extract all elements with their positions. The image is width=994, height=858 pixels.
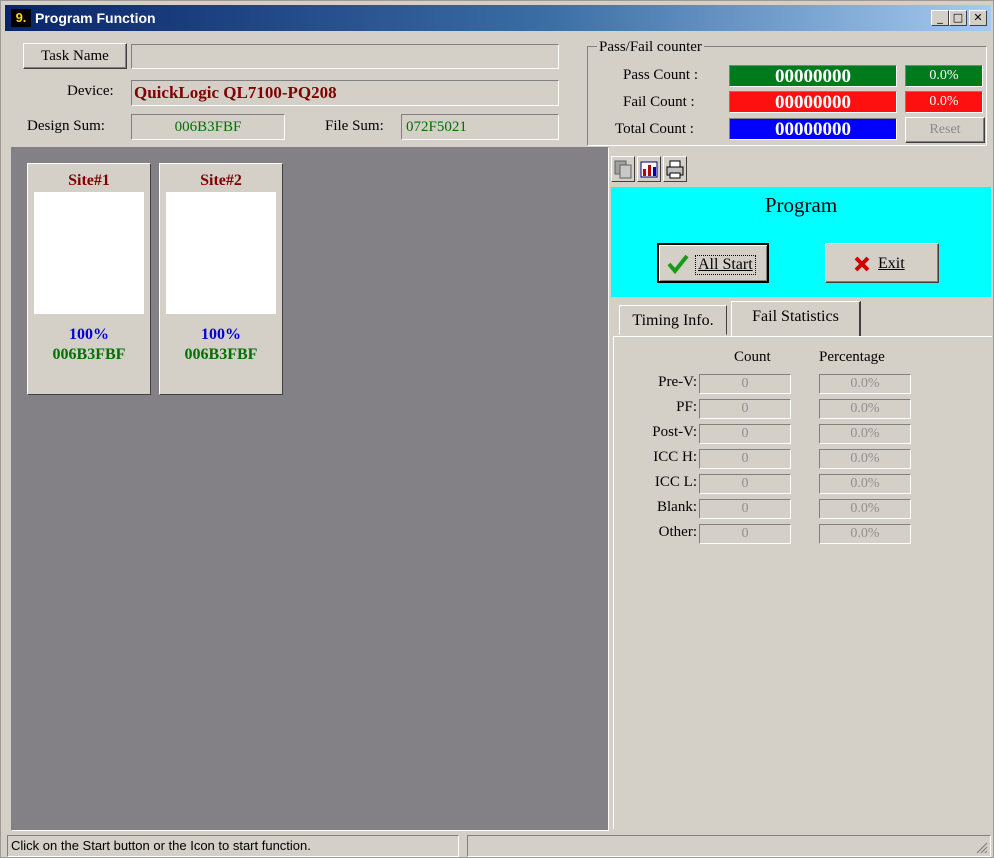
stat-percentage-field: 0.0% <box>819 374 911 394</box>
stat-percentage-field: 0.0% <box>819 449 911 469</box>
site-status-display <box>34 192 144 314</box>
stat-count-field: 0 <box>699 499 791 519</box>
printer-icon[interactable] <box>663 156 687 182</box>
stat-count-field: 0 <box>699 399 791 419</box>
fail-count-value: 00000000 <box>729 91 897 113</box>
site-title: Site#1 <box>68 172 110 189</box>
minimize-button[interactable]: _ <box>931 10 949 26</box>
stat-percentage-field: 0.0% <box>819 524 911 544</box>
stat-row-label: ICC L: <box>654 474 697 490</box>
device-label: Device: <box>67 83 114 99</box>
fail-percentage: 0.0% <box>905 91 983 113</box>
exit-button[interactable]: Exit <box>825 243 939 283</box>
count-header: Count <box>734 349 771 365</box>
task-name-button[interactable]: Task Name <box>23 43 127 69</box>
program-function-window: 9. Program Function _ □ ✕ Task Name Devi… <box>0 0 994 858</box>
maximize-button[interactable]: □ <box>949 10 967 26</box>
stat-count-field: 0 <box>699 474 791 494</box>
all-start-label: All Start <box>695 255 756 275</box>
pass-percentage: 0.0% <box>905 65 983 87</box>
stat-count-field: 0 <box>699 524 791 544</box>
task-name-field[interactable] <box>131 44 559 69</box>
tab-fail-statistics[interactable]: Fail Statistics <box>731 301 861 337</box>
stat-row-label: Other: <box>658 524 697 540</box>
reset-button[interactable]: Reset <box>905 117 985 143</box>
close-x-icon <box>854 256 870 272</box>
stat-count-field: 0 <box>699 374 791 394</box>
design-sum-label: Design Sum: <box>27 118 105 134</box>
percentage-header: Percentage <box>819 349 885 365</box>
stat-percentage-field: 0.0% <box>819 424 911 444</box>
site-checksum: 006B3FBF <box>184 346 258 363</box>
site-checksum: 006B3FBF <box>52 346 126 363</box>
stat-row-label: ICC H: <box>653 449 697 465</box>
pass-fail-group-label: Pass/Fail counter <box>597 39 704 56</box>
site-status-display <box>166 192 276 314</box>
close-button[interactable]: ✕ <box>969 10 987 26</box>
stat-row-label: Blank: <box>657 499 697 515</box>
site-title: Site#2 <box>200 172 242 189</box>
stat-percentage-field: 0.0% <box>819 499 911 519</box>
stat-percentage-field: 0.0% <box>819 399 911 419</box>
resize-grip-icon[interactable] <box>974 840 988 854</box>
status-bar-panel <box>467 835 991 857</box>
copy-icon[interactable] <box>611 156 635 182</box>
file-sum-field: 072F5021 <box>401 114 559 140</box>
pass-count-label: Pass Count : <box>623 67 699 83</box>
exit-label: Exit <box>878 255 905 272</box>
file-sum-label: File Sum: <box>325 118 384 134</box>
design-sum-field: 006B3FBF <box>131 114 285 140</box>
total-count-value: 00000000 <box>729 118 897 140</box>
all-start-button[interactable]: All Start <box>657 243 769 283</box>
window-title: Program Function <box>35 10 156 26</box>
stat-count-field: 0 <box>699 449 791 469</box>
status-bar-message: Click on the Start button or the Icon to… <box>7 835 459 857</box>
stat-row-label: Pre-V: <box>658 374 697 390</box>
device-field: QuickLogic QL7100-PQ208 <box>131 80 559 106</box>
title-bar[interactable]: 9. Program Function _ □ ✕ <box>5 5 991 31</box>
fail-count-label: Fail Count : <box>623 94 695 110</box>
pass-count-value: 00000000 <box>729 65 897 87</box>
stat-row-label: Post-V: <box>652 424 697 440</box>
site-percent: 100% <box>201 326 241 343</box>
app-icon: 9. <box>11 9 31 27</box>
program-title: Program <box>764 193 838 217</box>
stat-percentage-field: 0.0% <box>819 474 911 494</box>
total-count-label: Total Count : <box>615 121 694 137</box>
site-percent: 100% <box>69 326 109 343</box>
checkmark-icon <box>667 254 689 274</box>
stat-count-field: 0 <box>699 424 791 444</box>
site-card-2[interactable]: Site#2 100% 006B3FBF <box>159 163 283 395</box>
stat-row-label: PF: <box>676 399 697 415</box>
chart-icon[interactable] <box>637 156 661 182</box>
tab-timing-info[interactable]: Timing Info. <box>619 305 727 335</box>
site-card-1[interactable]: Site#1 100% 006B3FBF <box>27 163 151 395</box>
